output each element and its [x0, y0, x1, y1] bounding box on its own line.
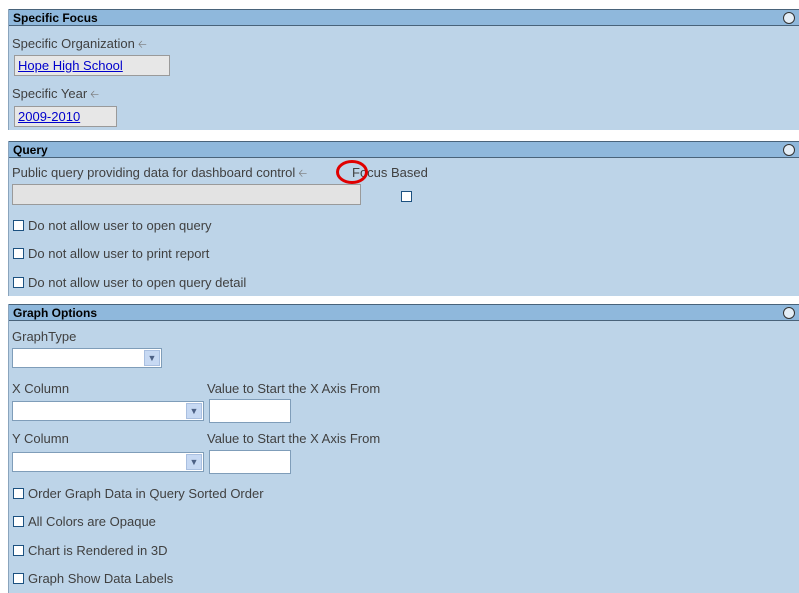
x-column-label: X Column: [12, 381, 70, 396]
specific-organization-link[interactable]: Hope High School: [18, 58, 123, 73]
specific-year-field: 2009-2010: [14, 106, 117, 127]
public-query-input[interactable]: [12, 184, 361, 205]
specific-focus-title: Specific Focus: [13, 11, 98, 25]
specific-year-label: Specific Year 🡠: [12, 86, 100, 101]
no-open-query-option[interactable]: Do not allow user to open query: [13, 218, 212, 234]
chevron-down-icon[interactable]: ▼: [186, 403, 202, 419]
collapse-icon[interactable]: [783, 12, 795, 24]
checkbox[interactable]: [13, 248, 24, 259]
y-column-label: Y Column: [12, 431, 69, 446]
specific-focus-header[interactable]: Specific Focus: [9, 9, 799, 26]
checkbox[interactable]: [13, 488, 24, 499]
y-start-label: Value to Start the X Axis From: [207, 431, 381, 446]
specific-focus-panel: Specific Focus Specific Organization 🡠 Ho…: [8, 9, 799, 130]
checkbox[interactable]: [13, 277, 24, 288]
public-query-label: Public query providing data for dashboar…: [12, 165, 308, 180]
left-arrow-icon[interactable]: 🡠: [138, 39, 147, 51]
order-sorted-option[interactable]: Order Graph Data in Query Sorted Order: [13, 486, 264, 502]
left-arrow-icon[interactable]: 🡠: [298, 168, 307, 180]
no-print-report-option[interactable]: Do not allow user to print report: [13, 246, 209, 262]
graph-options-title: Graph Options: [13, 306, 97, 320]
x-start-label: Value to Start the X Axis From: [207, 381, 381, 396]
graph-type-select[interactable]: ▼: [12, 348, 162, 368]
chevron-down-icon[interactable]: ▼: [186, 454, 202, 470]
specific-organization-label: Specific Organization 🡠: [12, 36, 147, 51]
opaque-colors-option[interactable]: All Colors are Opaque: [13, 514, 156, 530]
y-start-input[interactable]: [209, 450, 291, 474]
y-column-select[interactable]: ▼: [12, 452, 204, 472]
left-arrow-icon[interactable]: 🡠: [90, 89, 99, 101]
query-title: Query: [13, 143, 48, 157]
no-open-query-detail-option[interactable]: Do not allow user to open query detail: [13, 275, 246, 291]
chevron-down-icon[interactable]: ▼: [144, 350, 160, 366]
collapse-icon[interactable]: [783, 144, 795, 156]
show-data-labels-option[interactable]: Graph Show Data Labels: [13, 571, 173, 587]
focus-based-checkbox[interactable]: [401, 191, 412, 202]
collapse-icon[interactable]: [783, 307, 795, 319]
x-column-select[interactable]: ▼: [12, 401, 204, 421]
checkbox[interactable]: [13, 573, 24, 584]
query-header[interactable]: Query: [9, 141, 799, 158]
specific-year-link[interactable]: 2009-2010: [18, 109, 80, 124]
graph-type-label: GraphType: [12, 329, 77, 344]
checkbox[interactable]: [13, 545, 24, 556]
checkbox[interactable]: [13, 220, 24, 231]
query-panel: Query Public query providing data for da…: [8, 141, 799, 296]
specific-organization-field: Hope High School: [14, 55, 170, 76]
graph-options-panel: Graph Options GraphType ▼ X Column Value…: [8, 304, 799, 593]
highlight-circle: [336, 160, 368, 184]
render-3d-option[interactable]: Chart is Rendered in 3D: [13, 543, 167, 559]
checkbox[interactable]: [13, 516, 24, 527]
x-start-input[interactable]: [209, 399, 291, 423]
graph-options-header[interactable]: Graph Options: [9, 304, 799, 321]
